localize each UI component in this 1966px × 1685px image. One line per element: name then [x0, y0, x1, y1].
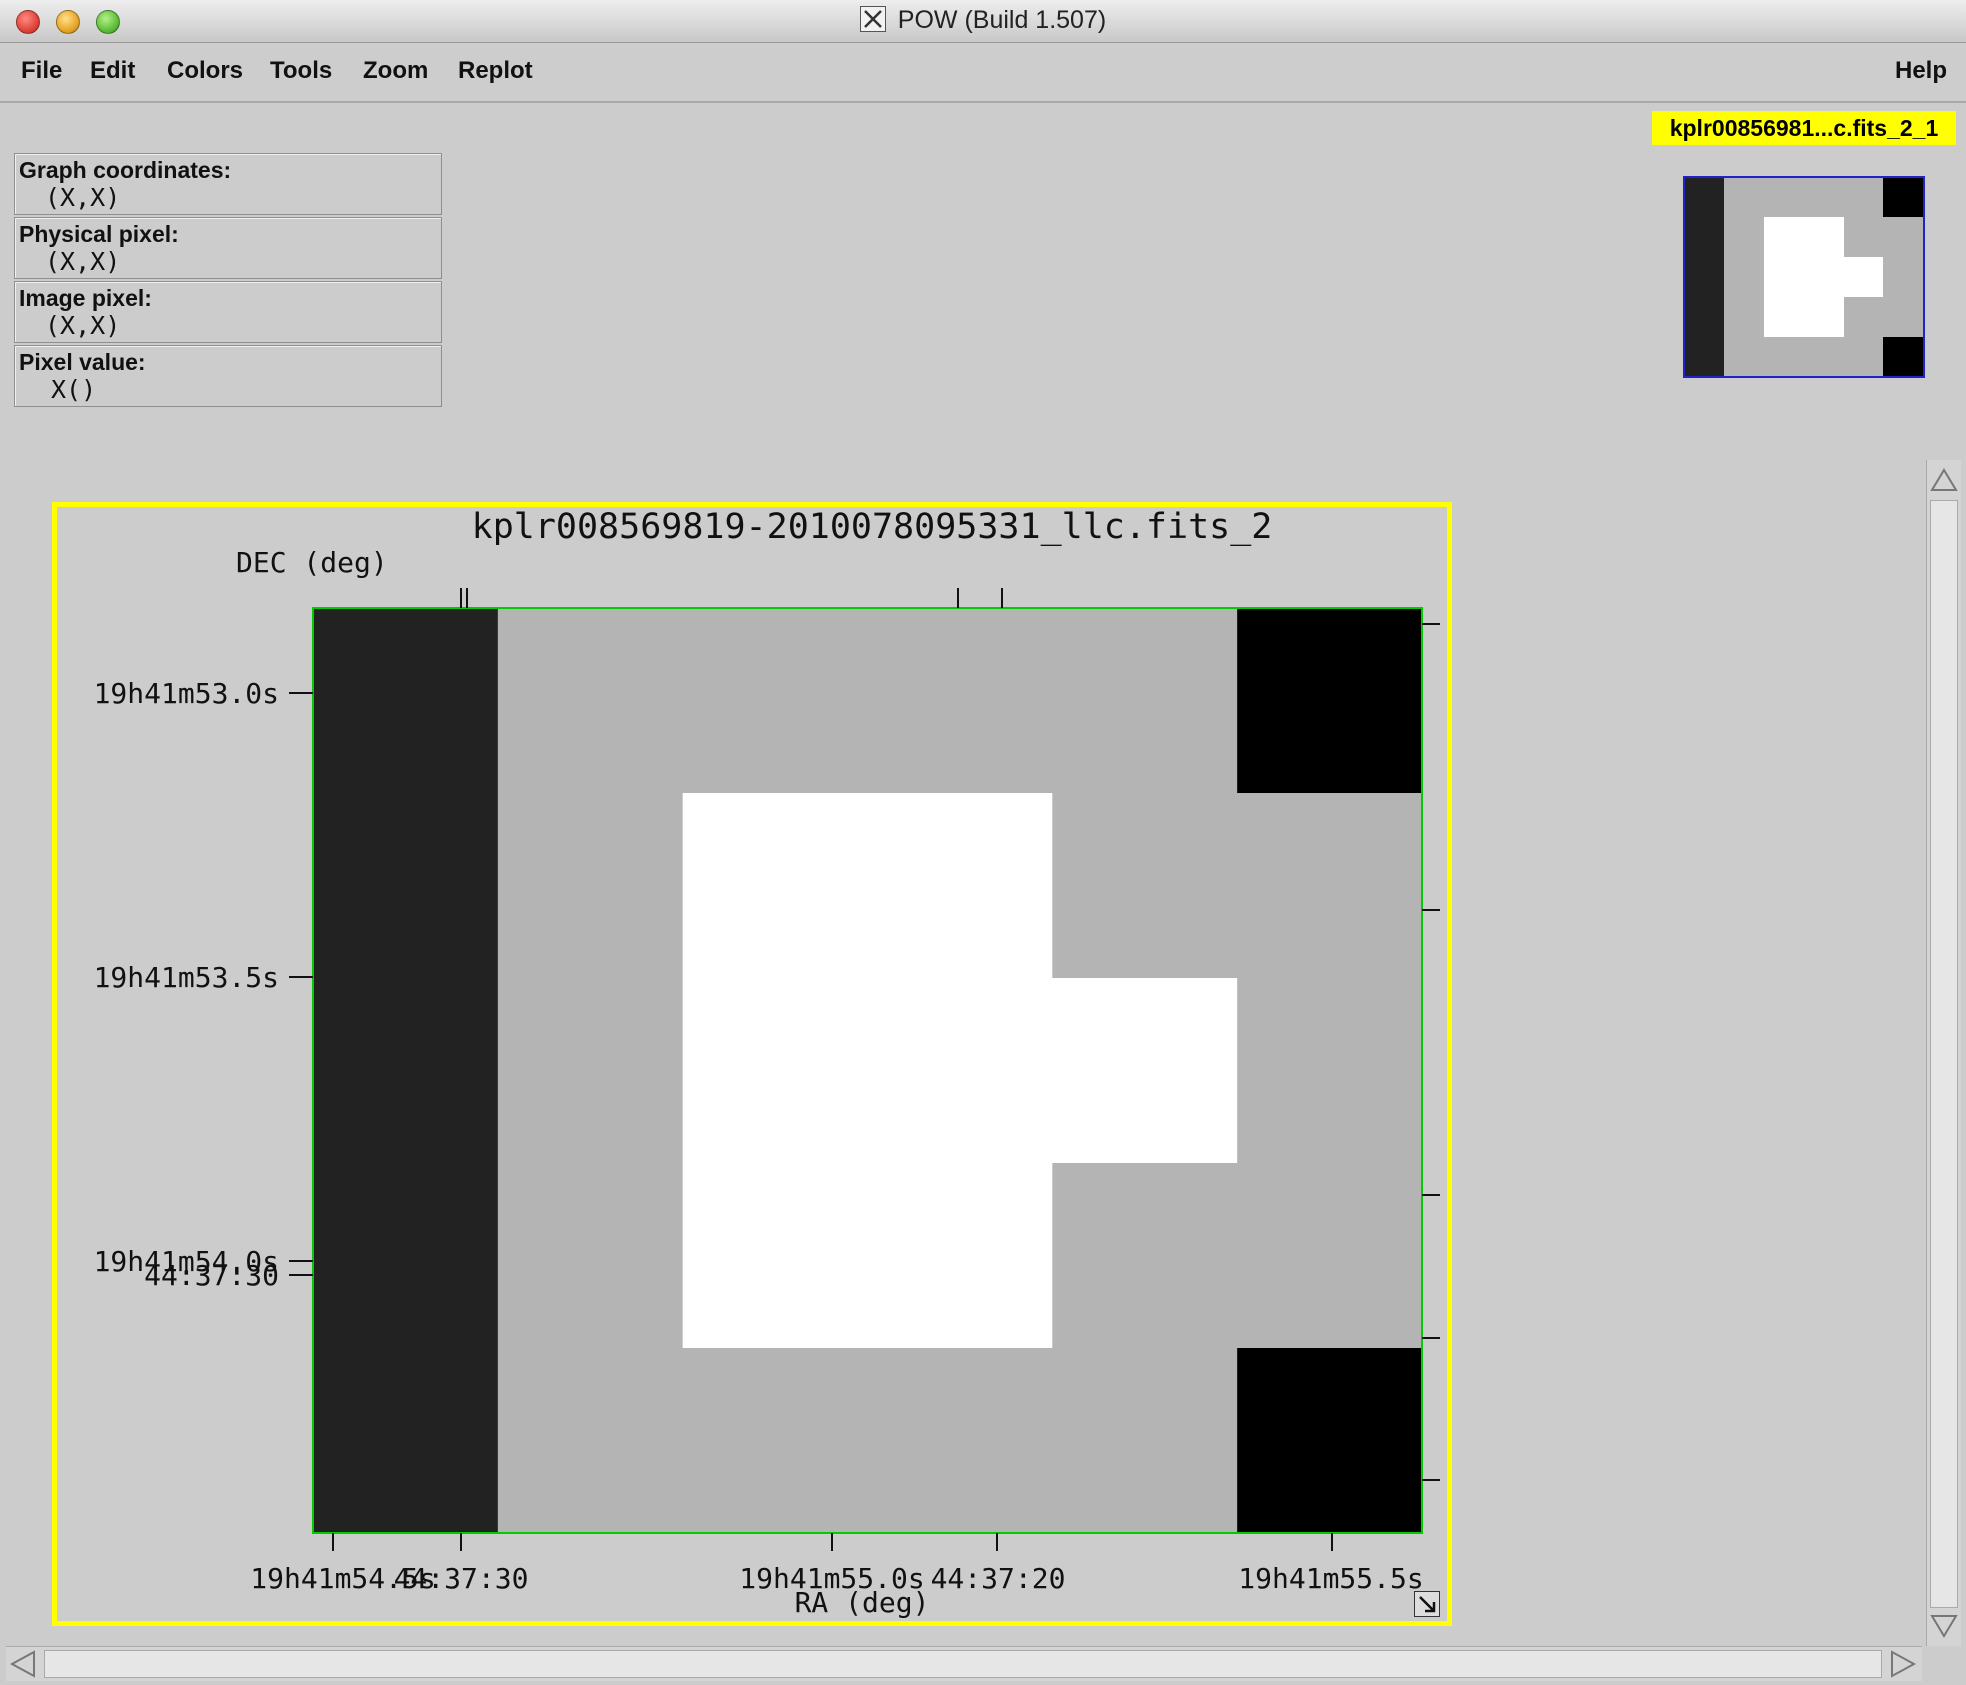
scroll-left-arrow-icon[interactable]	[8, 1648, 40, 1680]
image-pixel-cell[interactable]	[497, 1348, 684, 1534]
pixel-value-value: X()	[51, 375, 97, 404]
image-pixel-cell[interactable]	[867, 1163, 1053, 1349]
image-pixel-cell[interactable]	[867, 978, 1053, 1164]
image-pixel-cell[interactable]	[682, 793, 869, 979]
pixel-value-box: Pixel value: X()	[14, 345, 442, 407]
image-pixel-cell[interactable]	[682, 1348, 869, 1534]
graph-coordinates-box: Graph coordinates: (X,X)	[14, 153, 442, 215]
image-pixel-cell[interactable]	[497, 978, 684, 1164]
image-pixel-cell[interactable]	[497, 608, 684, 794]
image-pixel-cell[interactable]	[1237, 1348, 1423, 1534]
thumbnail-image	[1685, 178, 1923, 376]
menu-zoom[interactable]: Zoom	[363, 57, 428, 85]
image-pixel-cell[interactable]	[867, 793, 1053, 979]
top-axis-label: DEC (deg)	[236, 546, 388, 579]
image-pixel-cell[interactable]	[1052, 1348, 1238, 1534]
horizontal-scrollbar[interactable]	[6, 1646, 1922, 1681]
window-title: POW (Build 1.507)	[897, 6, 1107, 34]
plot-canvas: kplr008569819-2010078095331_llc.fits_2 D…	[94, 507, 1440, 1619]
image-pixel-cell[interactable]	[1052, 793, 1238, 979]
image-pixel-cell[interactable]	[1237, 978, 1423, 1164]
image-pixel-cell[interactable]	[497, 793, 684, 979]
x11-icon	[859, 6, 886, 32]
physical-pixel-value: (X,X)	[45, 247, 121, 276]
image-pixel-cell[interactable]	[313, 608, 499, 794]
graph-selector-tag[interactable]: kplr00856981...c.fits_2_1	[1652, 111, 1956, 145]
physical-pixel-label: Physical pixel:	[19, 221, 179, 247]
left-tick-label: 19h41m53.0s	[94, 677, 279, 710]
pixel-value-label: Pixel value:	[19, 349, 146, 375]
graph-coordinates-value: (X,X)	[45, 183, 121, 212]
menu-tools[interactable]: Tools	[270, 57, 332, 85]
image-pixel-value: (X,X)	[45, 311, 121, 340]
scroll-right-arrow-icon[interactable]	[1886, 1648, 1918, 1680]
image-pixel-cell[interactable]	[867, 1348, 1053, 1534]
image-cells	[313, 608, 1423, 1534]
physical-pixel-box: Physical pixel: (X,X)	[14, 217, 442, 279]
image-pixel-box: Image pixel: (X,X)	[14, 281, 442, 343]
menu-bar: File Edit Colors Tools Zoom Replot Help	[0, 43, 1966, 103]
bottom-tick-label: 19h41m55.0s	[739, 1562, 924, 1595]
plot-title: kplr008569819-2010078095331_llc.fits_2	[472, 507, 1273, 547]
image-pixel-cell[interactable]	[497, 1163, 684, 1349]
graph-coordinates-label: Graph coordinates:	[19, 157, 232, 183]
image-pixel-cell[interactable]	[1237, 793, 1423, 979]
image-pixel-cell[interactable]	[313, 793, 499, 979]
image-pixel-cell[interactable]	[313, 1163, 499, 1349]
image-pixel-cell[interactable]	[313, 1348, 499, 1534]
bottom-tick-label: 44:37:30	[394, 1562, 529, 1595]
plot-frame[interactable]: kplr008569819-2010078095331_llc.fits_2 D…	[52, 502, 1452, 1626]
menu-file[interactable]: File	[21, 57, 62, 85]
image-pixel-cell[interactable]	[1237, 1163, 1423, 1349]
bottom-tick-label: 44:37:20	[931, 1562, 1066, 1595]
left-tick-label: 19h41m53.5s	[94, 961, 279, 994]
vertical-scroll-thumb[interactable]	[1930, 500, 1958, 1608]
scroll-up-arrow-icon[interactable]	[1928, 464, 1960, 496]
left-tick-label: 44:37:30	[144, 1259, 279, 1292]
horizontal-scroll-thumb[interactable]	[44, 1650, 1882, 1678]
image-pixel-cell[interactable]	[682, 608, 869, 794]
bottom-tick-label: 19h41m55.5s	[1238, 1562, 1423, 1595]
menu-replot[interactable]: Replot	[458, 57, 533, 85]
plot-resize-handle[interactable]	[1414, 1591, 1440, 1617]
menu-edit[interactable]: Edit	[90, 57, 135, 85]
image-pixel-cell[interactable]	[1052, 608, 1238, 794]
image-pixel-cell[interactable]	[1052, 1163, 1238, 1349]
coordinate-info-panel: Graph coordinates: (X,X) Physical pixel:…	[14, 153, 442, 409]
menu-help[interactable]: Help	[1895, 57, 1947, 85]
graph-thumbnail[interactable]	[1683, 176, 1925, 378]
image-pixel-cell[interactable]	[867, 608, 1053, 794]
vertical-scrollbar[interactable]	[1926, 460, 1961, 1646]
image-pixel-label: Image pixel:	[19, 285, 152, 311]
image-pixel-cell[interactable]	[1052, 978, 1238, 1164]
resize-icon	[1414, 1591, 1440, 1617]
title-bar: POW (Build 1.507)	[0, 0, 1966, 43]
menu-colors[interactable]: Colors	[167, 57, 243, 85]
image-pixel-cell[interactable]	[1237, 608, 1423, 794]
image-pixel-cell[interactable]	[682, 978, 869, 1164]
window-title-group: POW (Build 1.507)	[0, 6, 1966, 35]
scroll-down-arrow-icon[interactable]	[1928, 1610, 1960, 1642]
image-pixel-cell[interactable]	[682, 1163, 869, 1349]
image-pixel-cell[interactable]	[313, 978, 499, 1164]
